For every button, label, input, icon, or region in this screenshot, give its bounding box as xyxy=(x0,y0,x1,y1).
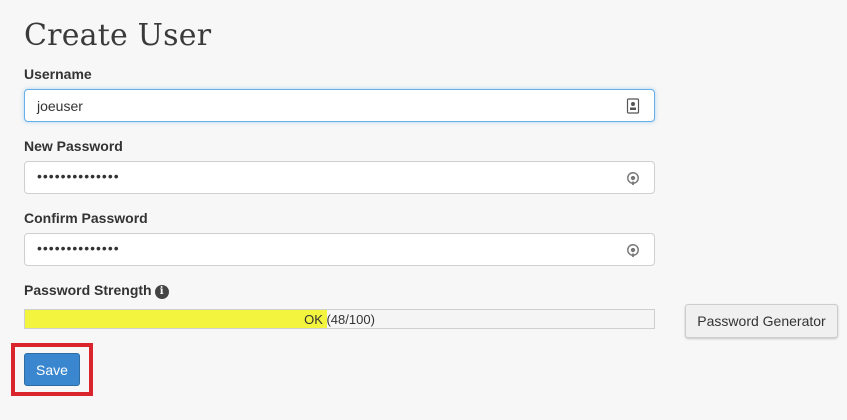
password-strength-label-text: Password Strength xyxy=(24,282,152,298)
info-icon[interactable]: i xyxy=(154,285,169,299)
username-label: Username xyxy=(24,66,92,82)
new-password-value: •••••••••••••• xyxy=(37,168,120,184)
page-title: Create User xyxy=(24,18,212,53)
save-button[interactable]: Save xyxy=(24,353,80,386)
new-password-field[interactable]: •••••••••••••• xyxy=(24,161,655,194)
password-strength-meter: OK (48/100) xyxy=(24,309,655,329)
password-strength-text: OK (48/100) xyxy=(304,312,375,327)
username-field[interactable]: joeuser xyxy=(24,89,655,122)
confirm-password-value: •••••••••••••• xyxy=(37,240,120,256)
password-generator-button[interactable]: Password Generator xyxy=(685,304,838,338)
password-reveal-icon[interactable] xyxy=(626,242,640,258)
username-value: joeuser xyxy=(37,98,83,114)
password-strength-label: Password Strength i xyxy=(24,282,169,299)
password-reveal-icon[interactable] xyxy=(626,170,640,186)
contact-card-icon xyxy=(626,98,640,114)
new-password-label: New Password xyxy=(24,138,123,154)
confirm-password-field[interactable]: •••••••••••••• xyxy=(24,233,655,266)
confirm-password-label: Confirm Password xyxy=(24,210,148,226)
